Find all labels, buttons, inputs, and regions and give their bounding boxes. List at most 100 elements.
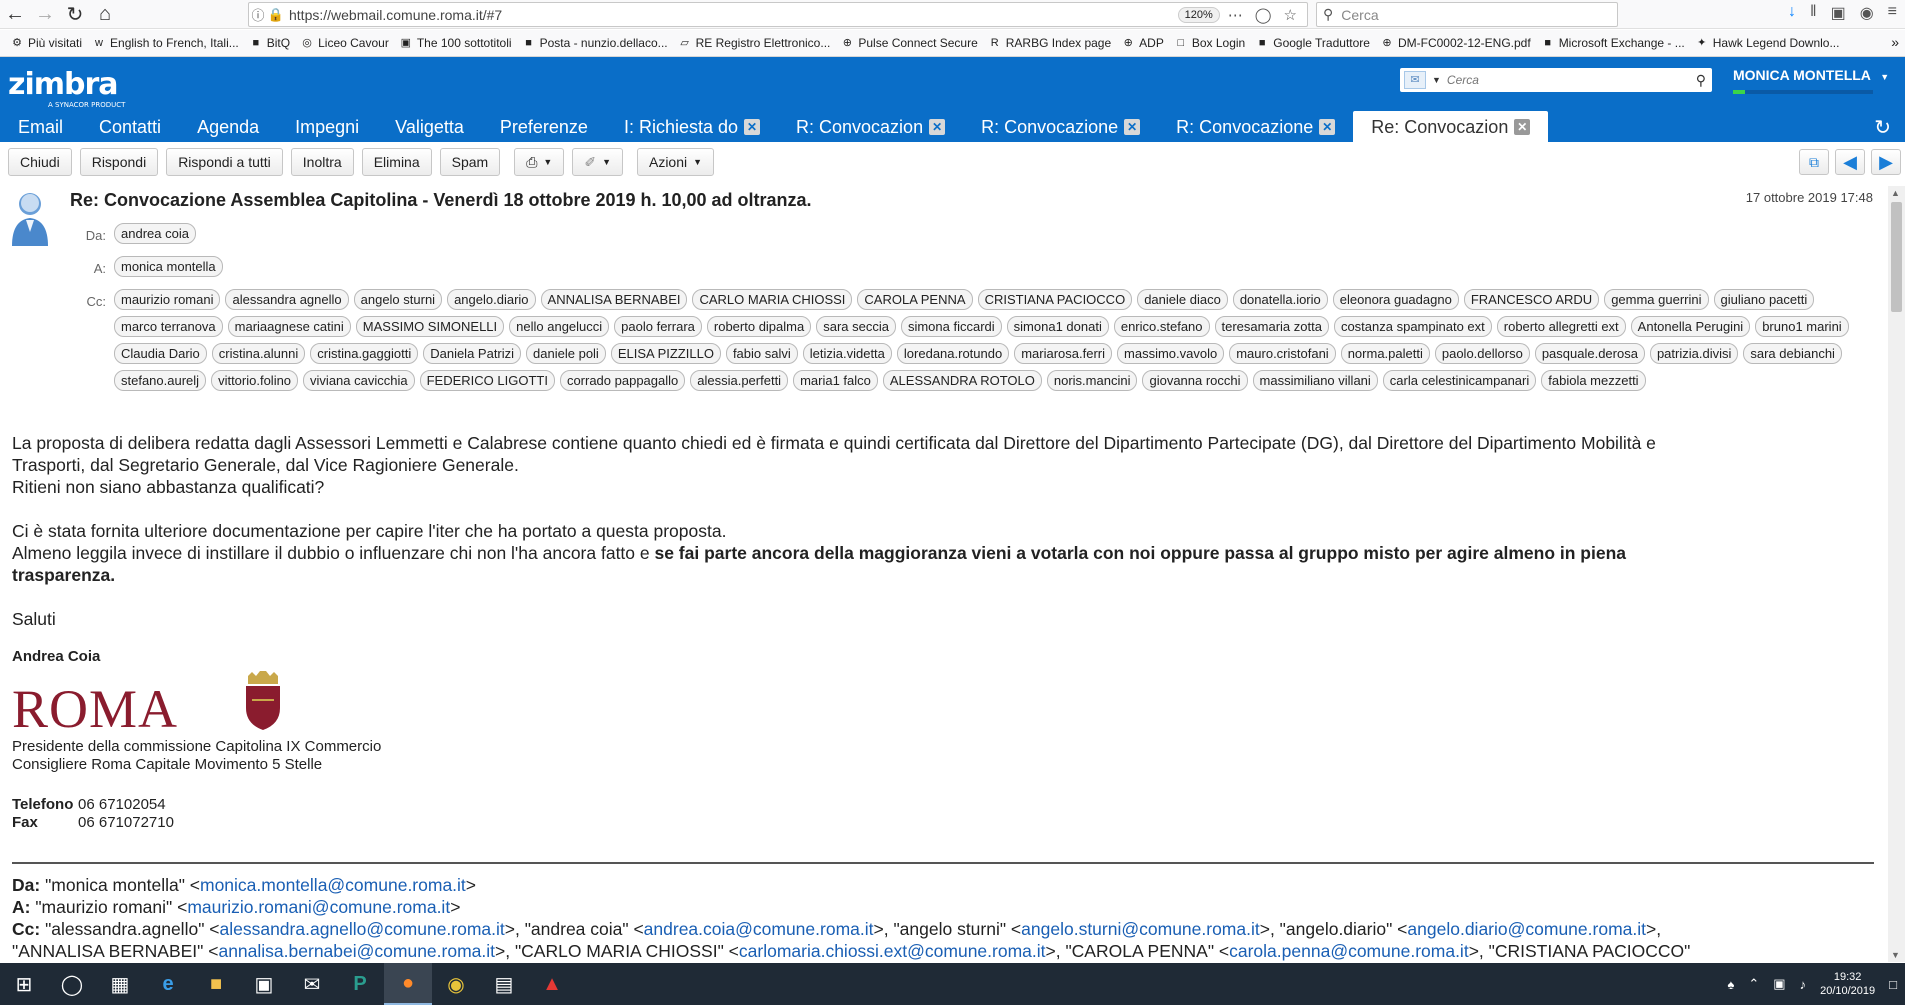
file-explorer-icon[interactable]: ■ bbox=[192, 963, 240, 1005]
chevron-down-icon[interactable]: ▼ bbox=[1432, 75, 1441, 85]
windows-start-icon[interactable]: ⊞ bbox=[0, 963, 48, 1005]
close-tab-icon[interactable]: ✕ bbox=[929, 118, 946, 135]
address-bubble[interactable]: daniele poli bbox=[526, 343, 606, 364]
address-bubble[interactable]: massimiliano villani bbox=[1252, 370, 1378, 391]
address-bubble[interactable]: loredana.rotundo bbox=[896, 343, 1010, 364]
reply-all-button[interactable]: Rispondi a tutti bbox=[166, 148, 283, 176]
close-tab-icon[interactable]: ✕ bbox=[744, 118, 761, 135]
tag-button[interactable]: ✐ ▼ bbox=[572, 148, 623, 176]
page-actions-icon[interactable]: ⋯ bbox=[1228, 6, 1243, 24]
tab-r-convocazion[interactable]: R: Convocazion ✕ bbox=[778, 111, 963, 142]
mail-icon[interactable]: ✉ bbox=[1404, 71, 1426, 89]
address-bubble[interactable]: roberto allegretti ext bbox=[1496, 316, 1626, 337]
address-bubble[interactable]: paolo.dellorso bbox=[1434, 343, 1530, 364]
firefox-icon[interactable]: ● bbox=[384, 963, 432, 1005]
address-bubble[interactable]: simona ficcardi bbox=[900, 316, 1002, 337]
forward-button[interactable]: Inoltra bbox=[290, 148, 354, 176]
scrollbar-thumb[interactable] bbox=[1891, 202, 1902, 312]
close-tab-icon[interactable]: ✕ bbox=[1319, 118, 1336, 135]
address-bubble[interactable]: eleonora guadagno bbox=[1332, 289, 1459, 310]
reply-button[interactable]: Rispondi bbox=[79, 148, 159, 176]
address-bubble[interactable]: donatella.iorio bbox=[1232, 289, 1328, 310]
spam-button[interactable]: Spam bbox=[439, 148, 501, 176]
address-bubble[interactable]: fabiola mezzetti bbox=[1541, 370, 1646, 391]
search-icon[interactable]: ⚲ bbox=[1696, 72, 1706, 89]
account-icon[interactable]: ◉ bbox=[1860, 3, 1874, 23]
tab-email[interactable]: Email bbox=[0, 111, 81, 142]
url-bar[interactable]: ⓘ 🔒 https://webmail.comune.roma.it/#7 12… bbox=[248, 2, 1308, 27]
bookmark-item[interactable]: ◎ Liceo Cavour bbox=[300, 36, 389, 50]
bookmark-item[interactable]: □ Box Login bbox=[1174, 36, 1246, 50]
address-bubble[interactable]: letizia.videtta bbox=[802, 343, 892, 364]
address-bubble[interactable]: paolo ferrara bbox=[614, 316, 702, 337]
edge-icon[interactable]: e bbox=[144, 963, 192, 1005]
email-link[interactable]: angelo.sturni@comune.roma.it bbox=[1021, 919, 1260, 939]
bookmark-item[interactable]: ⊕ ADP bbox=[1121, 36, 1164, 50]
previous-message-icon[interactable]: ◀ bbox=[1835, 149, 1865, 175]
address-bubble[interactable]: alessandra agnello bbox=[225, 289, 349, 310]
address-bubble[interactable]: carla celestinicampanari bbox=[1382, 370, 1537, 391]
address-bubble[interactable]: norma.paletti bbox=[1340, 343, 1430, 364]
task-view-icon[interactable]: ▦ bbox=[96, 963, 144, 1005]
address-bubble[interactable]: teresamaria zotta bbox=[1214, 316, 1329, 337]
address-bubble[interactable]: bruno1 marini bbox=[1755, 316, 1849, 337]
bookmark-item[interactable]: ⊕ Pulse Connect Secure bbox=[840, 36, 978, 50]
reload-icon[interactable]: ↻ bbox=[60, 1, 90, 27]
tab-impegni[interactable]: Impegni bbox=[277, 111, 377, 142]
tab-r-convocazione[interactable]: R: Convocazione ✕ bbox=[1158, 111, 1353, 142]
address-bubble[interactable]: angelo.diario bbox=[447, 289, 536, 310]
address-bubble[interactable]: maria1 falco bbox=[793, 370, 878, 391]
address-bubble[interactable]: CARLO MARIA CHIOSSI bbox=[692, 289, 853, 310]
address-bubble[interactable]: mariarosa.ferri bbox=[1014, 343, 1113, 364]
chevron-right-icon[interactable]: » bbox=[1891, 34, 1899, 50]
library-icon[interactable]: ‖ bbox=[1810, 3, 1817, 23]
address-bubble[interactable]: alessia.perfetti bbox=[690, 370, 789, 391]
tab-i-richiesta-do[interactable]: I: Richiesta do ✕ bbox=[606, 111, 778, 142]
close-button[interactable]: Chiudi bbox=[8, 148, 72, 176]
refresh-icon[interactable]: ↻ bbox=[1874, 115, 1891, 140]
url-text[interactable]: https://webmail.comune.roma.it/#7 bbox=[289, 7, 1178, 23]
address-bubble[interactable]: simona1 donati bbox=[1006, 316, 1109, 337]
scroll-down-icon[interactable]: ▼ bbox=[1891, 950, 1900, 960]
chrome-icon[interactable]: ◉ bbox=[432, 963, 480, 1005]
bookmark-item[interactable]: ■ Microsoft Exchange - ... bbox=[1541, 36, 1684, 50]
tab-preferenze[interactable]: Preferenze bbox=[482, 111, 606, 142]
bookmark-item[interactable]: ■ Google Traduttore bbox=[1255, 36, 1370, 50]
address-bubble[interactable]: giovanna rocchi bbox=[1142, 370, 1248, 391]
tab-agenda[interactable]: Agenda bbox=[179, 111, 277, 142]
address-bubble[interactable]: angelo sturni bbox=[353, 289, 443, 310]
zimbra-search[interactable]: ✉ ▼ ⚲ bbox=[1400, 68, 1712, 92]
email-link[interactable]: alessandra.agnello@comune.roma.it bbox=[219, 919, 504, 939]
publisher-icon[interactable]: P bbox=[336, 963, 384, 1005]
pocket-icon[interactable]: ◯ bbox=[1255, 6, 1272, 24]
address-bubble[interactable]: CAROLA PENNA bbox=[857, 289, 973, 310]
tab-valigetta[interactable]: Valigetta bbox=[377, 111, 482, 142]
address-bubble[interactable]: ANNALISA BERNABEI bbox=[540, 289, 688, 310]
address-bubble[interactable]: massimo.vavolo bbox=[1117, 343, 1225, 364]
address-bubble[interactable]: cristina.alunni bbox=[211, 343, 306, 364]
bookmark-item[interactable]: ▱ RE Registro Elettronico... bbox=[678, 36, 830, 50]
address-bubble[interactable]: monica montella bbox=[114, 256, 223, 277]
forward-icon[interactable]: → bbox=[30, 1, 60, 27]
notifications-icon[interactable]: □ bbox=[1889, 977, 1897, 992]
address-bubble[interactable]: sara seccia bbox=[816, 316, 896, 337]
mail-icon[interactable]: ✉ bbox=[288, 963, 336, 1005]
email-link[interactable]: carlomaria.chiossi.ext@comune.roma.it bbox=[739, 941, 1046, 961]
address-bubble[interactable]: cristina.gaggiotti bbox=[310, 343, 419, 364]
address-bubble[interactable]: ELISA PIZZILLO bbox=[610, 343, 721, 364]
menu-icon[interactable]: ≡ bbox=[1888, 3, 1897, 23]
volume-icon[interactable]: ♪ bbox=[1800, 977, 1807, 992]
bookmark-item[interactable]: w English to French, Itali... bbox=[92, 36, 239, 50]
info-icon[interactable]: ⓘ bbox=[249, 5, 267, 24]
bookmark-item[interactable]: ■ BitQ bbox=[249, 36, 290, 50]
home-icon[interactable]: ⌂ bbox=[90, 1, 120, 27]
browser-search-input[interactable]: ⚲ Cerca bbox=[1316, 2, 1618, 27]
network-icon[interactable]: ▣ bbox=[1773, 976, 1785, 992]
address-bubble[interactable]: Daniela Patrizi bbox=[423, 343, 522, 364]
address-bubble[interactable]: Antonella Perugini bbox=[1630, 316, 1751, 337]
address-bubble[interactable]: MASSIMO SIMONELLI bbox=[355, 316, 505, 337]
chevron-up-icon[interactable]: ⌃ bbox=[1748, 976, 1759, 992]
address-bubble[interactable]: giuliano pacetti bbox=[1713, 289, 1815, 310]
address-bubble[interactable]: nello angelucci bbox=[509, 316, 610, 337]
address-bubble[interactable]: marco terranova bbox=[114, 316, 223, 337]
